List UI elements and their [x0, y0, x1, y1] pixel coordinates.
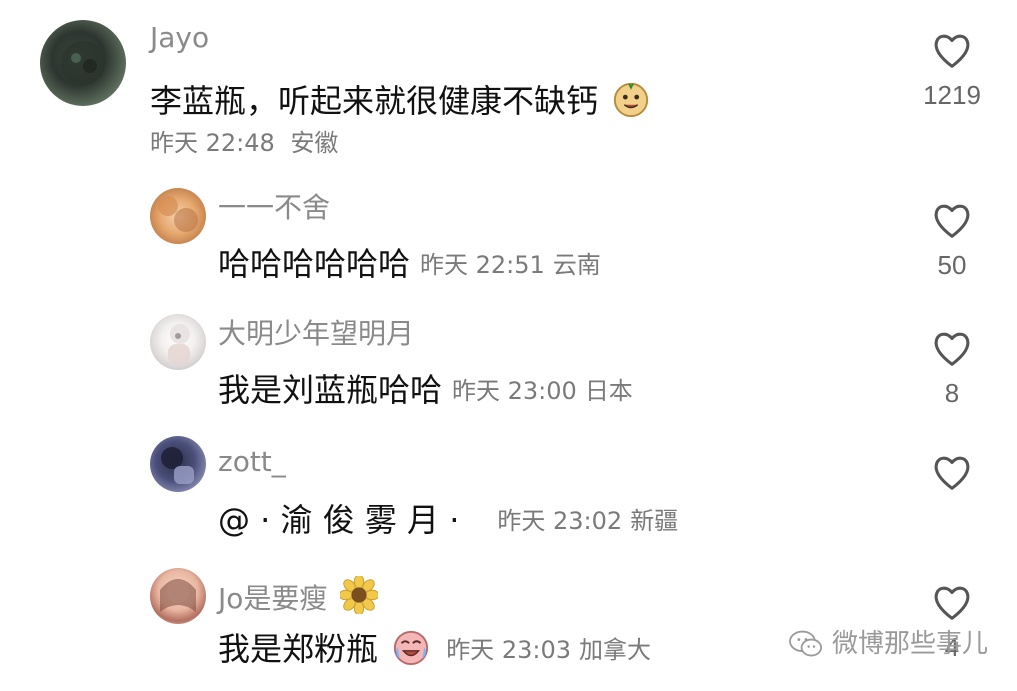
- reply-username[interactable]: zott_: [218, 446, 286, 478]
- reply-text-body: @ · 渝 俊 雾 月 ·: [218, 501, 460, 539]
- reply-time: 昨天 23:00: [452, 377, 577, 405]
- comment-username[interactable]: Jayo: [150, 22, 209, 54]
- reply-username[interactable]: 大明少年望明月: [218, 318, 414, 350]
- reply-location: 加拿大: [578, 636, 651, 664]
- reply-text: 我是刘蓝瓶哈哈 昨天 23:00 日本: [218, 370, 633, 411]
- heart-icon: [934, 204, 970, 238]
- heart-icon: [934, 456, 970, 490]
- like-count: 50: [937, 250, 967, 280]
- watermark-text: 微博那些事儿: [832, 629, 989, 659]
- avatar[interactable]: [150, 568, 206, 624]
- avatar[interactable]: [40, 20, 126, 106]
- comment-location: 安徽: [290, 129, 339, 157]
- reply-time: 昨天 23:03: [446, 636, 571, 664]
- smile-face-sticker: [614, 82, 649, 118]
- reply-username[interactable]: Jo是要瘦: [218, 576, 379, 615]
- like-count: 1219: [923, 80, 981, 110]
- reply-location: 日本: [584, 377, 633, 405]
- avatar[interactable]: [150, 314, 206, 370]
- reply-text: @ · 渝 俊 雾 月 · 昨天 23:02 新疆: [218, 500, 678, 541]
- like-count: 8: [944, 378, 960, 408]
- avatar-image: [168, 324, 190, 364]
- comment-text: 李蓝瓶，听起来就很健康不缺钙: [150, 80, 650, 121]
- reply-location: 新疆: [630, 507, 679, 535]
- wechat-icon: [789, 630, 822, 657]
- reply-text: 哈哈哈哈哈哈 昨天 22:51 云南: [218, 244, 601, 285]
- avatar-image: [158, 196, 198, 232]
- like-button[interactable]: 1219: [922, 28, 982, 110]
- reply-text-body: 我是刘蓝瓶哈哈: [218, 371, 443, 409]
- reply-username[interactable]: 一一不舍: [218, 192, 330, 224]
- comment-meta: 昨天 22:48 安徽: [150, 128, 338, 158]
- avatar[interactable]: [150, 188, 206, 244]
- sunflower-sticker: [340, 576, 379, 614]
- reply-location: 云南: [552, 251, 601, 279]
- avatar[interactable]: [150, 436, 206, 492]
- heart-icon: [934, 34, 970, 68]
- like-button[interactable]: 8: [922, 326, 982, 408]
- comment-thread: Jayo 李蓝瓶，听起来就很健康不缺钙 昨天 22:48 安徽 1219 一一不…: [0, 0, 1017, 691]
- comment-text-body: 李蓝瓶，听起来就很健康不缺钙: [150, 82, 599, 120]
- heart-icon: [934, 586, 970, 620]
- reply-username-text: Jo是要瘦: [218, 582, 328, 615]
- crying-laugh-sticker: [394, 630, 429, 666]
- watermark: 微博那些事儿: [788, 628, 988, 660]
- like-button[interactable]: [922, 450, 982, 502]
- comment-time: 昨天 22:48: [150, 129, 275, 157]
- avatar-image: [161, 447, 194, 484]
- reply-text: 我是郑粉瓶 昨天 23:03 加拿大: [218, 628, 651, 670]
- heart-icon: [934, 332, 970, 366]
- reply-text-body: 哈哈哈哈哈哈: [218, 245, 411, 283]
- avatar-image: [160, 579, 196, 612]
- avatar-image: [61, 41, 105, 85]
- reply-text-body: 我是郑粉瓶: [218, 630, 379, 668]
- reply-time: 昨天 22:51: [420, 251, 545, 279]
- like-button[interactable]: 50: [922, 198, 982, 280]
- reply-time: 昨天 23:02: [497, 507, 623, 535]
